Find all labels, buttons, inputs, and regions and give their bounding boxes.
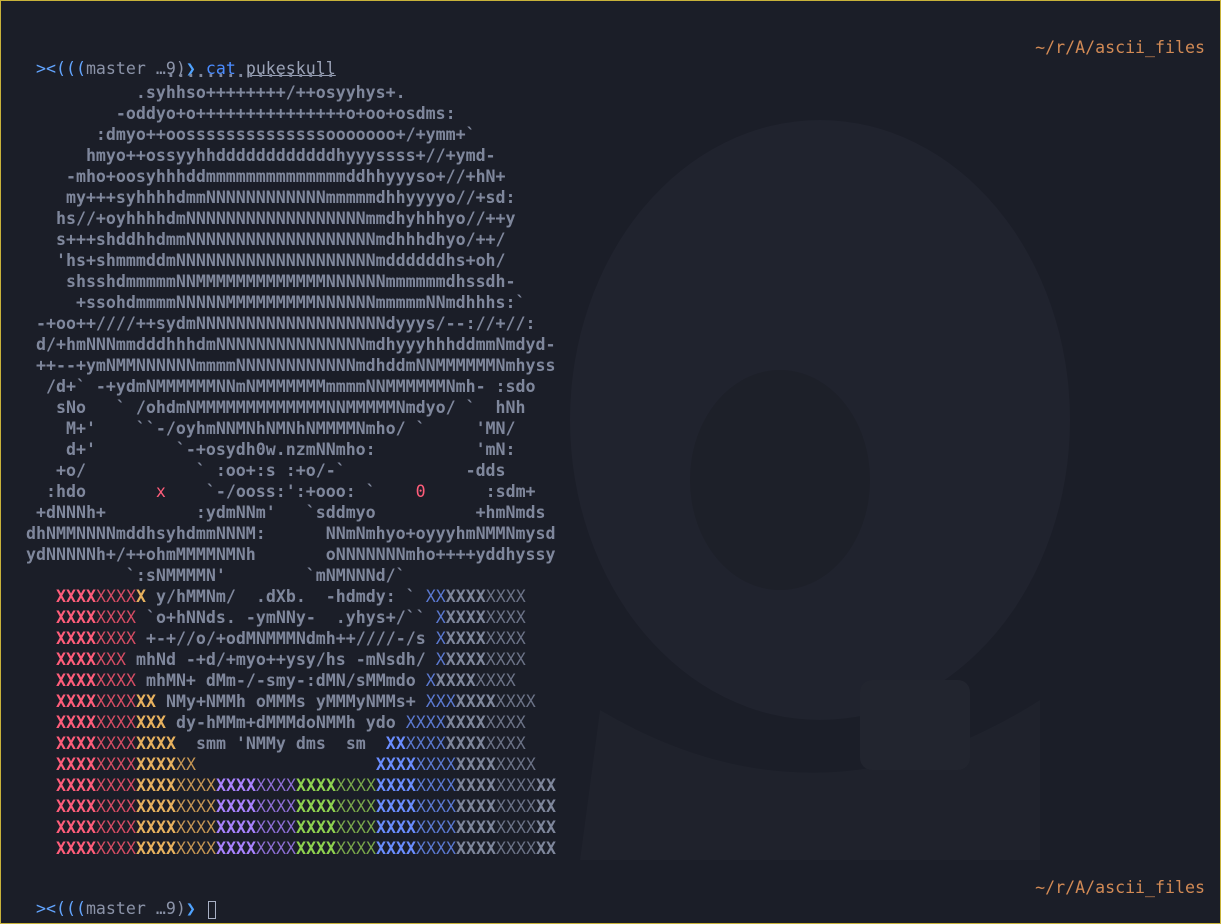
ascii-art-line: 'hs+shmmmddmNNNNNNNNNNNNNNNNNNNNmddddddh… bbox=[26, 251, 506, 270]
ascii-art-line: d/+hmNNNmmdddhhhdmNNNNNNNNNNNNNNNmdhyyyh… bbox=[26, 335, 556, 354]
flag-art-line: XXXXXXXXXXXXXXXXXXXXXXXXXXXXXXXXXXXXXXXX… bbox=[55, 776, 556, 795]
flag-art-line: XXXXXXXX `o+hNNds. -ymNNy- .yhys+/`` XXX… bbox=[55, 608, 526, 627]
ascii-art-line: sNo ` /ohdmNMMMMMMMMMMMMMNNMMMMMNmdyo/ `… bbox=[26, 398, 526, 417]
ascii-art-line: -+oo++////++sydmNNNNNNNNNNNNNNNNNNNdyyys… bbox=[26, 314, 536, 333]
text-cursor[interactable] bbox=[207, 900, 216, 919]
ascii-art-line: :dmyo++oossssssssssssssooooooo+/+ymm+` bbox=[26, 125, 476, 144]
ascii-art-line: +dNNNh+ :ydmNNm' `sddmyo +hmNmds bbox=[26, 503, 546, 522]
prompt-fish: ><((( bbox=[35, 899, 86, 918]
ascii-art-line: :hdo x `-/ooss:':+ooo: ` 0 :sdm+ bbox=[26, 482, 536, 501]
input-line[interactable]: ><(((master …9)❯ bbox=[16, 877, 216, 919]
flag-art-line: XXXXXXXXXXXXXXXXXXXXXXXXXXXXXXXXXXXXXXXX… bbox=[55, 839, 556, 858]
ascii-art-line: s+++shddhhdmmNNNNNNNNNNNNNNNNNNNmdhhhdhy… bbox=[26, 230, 506, 249]
ascii-art-line: +o/ ` :oo+:s :+o/-` -dds bbox=[26, 461, 506, 480]
ascii-art-line: hmyo++ossyyhhddddddddddddhyyyssss+//+ymd… bbox=[26, 146, 496, 165]
prompt-git-branch: master …9) bbox=[85, 899, 186, 918]
ascii-art-line: /d+` -+ydmNMMMMMMNNmNMMMMMMMmmmmNNMMMMMM… bbox=[26, 377, 536, 396]
ascii-art-output: ................. .syhhso++++++++/++osyy… bbox=[26, 61, 556, 859]
ascii-art-line: ydNNNNNh+/++ohmMMMMNMNh oNNNNNNNmho++++y… bbox=[26, 545, 556, 564]
ascii-art-line: shsshdmmmmmNNMMMMMMMMMMMMMNNNNNNmmmmmmdh… bbox=[26, 272, 516, 291]
flag-art-line: XXXXXXXX mhMN+ dMm-/-smy-:dMN/sMMmdo XXX… bbox=[55, 671, 516, 690]
ascii-art-line: M+' ``-/oyhmNNMNhNMNhNMMMMNmho/ ` 'MN/ bbox=[26, 419, 516, 438]
flag-art-line: XXXXXXXXXXXXXXXXXXXXXXXXXXXXXXXXXXXXXXXX… bbox=[55, 818, 556, 837]
flag-art-line: XXXXXXXXXXXXXXXXXXXXXXXXXXXXXXXXXXXXXXXX… bbox=[55, 797, 556, 816]
ascii-art-line: d+' `-+osydh0w.nzmNNmho: 'mN: bbox=[26, 440, 516, 459]
ascii-art-line: .syhhso++++++++/++osyyhys+. bbox=[26, 83, 406, 102]
flag-art-line: XXXXXXXXXXXX smm 'NMMy dms sm XXXXXXXXXX… bbox=[55, 734, 526, 753]
ascii-art-line: ++--+ymNMMNNNNNNmmmmNNNNNNNNNNNNmdhddmNN… bbox=[26, 356, 556, 375]
prompt-chevron-icon: ❯ bbox=[185, 899, 196, 918]
right-prompt-path: ~/r/A/ascii_files bbox=[1035, 38, 1205, 57]
ascii-art-line: +ssohdmmmmNNNNNMMMMMMMMMNNNNNNmmmmmNNmdh… bbox=[26, 293, 526, 312]
command-line: ><(((master …9)❯ cat pukeskull bbox=[16, 37, 336, 78]
flag-art-line: XXXXXXXX +-+//o/+odMNMMMNdmh++////-/s XX… bbox=[55, 629, 526, 648]
flag-art-line: XXXXXXXXXX NMy+NMMh oMMMs yMMMyNMMs+ XXX… bbox=[55, 692, 536, 711]
flag-art-line: XXXXXXXXXXX dy-hMMm+dMMMdoNMMh ydo XXXXX… bbox=[55, 713, 526, 732]
ascii-art-line: -mho+oosyhhhddmmmmmmmmmmmmmmddhhyyyso+//… bbox=[26, 167, 506, 186]
ascii-art-line: ................. bbox=[26, 62, 336, 81]
ascii-art-line: dhNMMNNNNmddhsyhdmmNNNM: NNmNmhyo+oyyyhm… bbox=[26, 524, 556, 543]
ascii-art-line: my+++syhhhhdmmNNNNNNNNNNNNmmmmmdhhyyyyo/… bbox=[26, 188, 516, 207]
ascii-art-line: `:sNMMMMN' `mNMNNNd/` bbox=[26, 566, 406, 585]
flag-art-line: XXXXXXX mhNd -+d/+myo++ysy/hs -mNsdh/ XX… bbox=[55, 650, 526, 669]
ascii-art-line: -oddyo+o+++++++++++++++o+oo+osdms: bbox=[26, 104, 456, 123]
flag-art-line: XXXXXXXXX y/hMMNm/ .dXb. -hdmdy: ` XXXXX… bbox=[55, 587, 526, 606]
ascii-art-line: hs//+oyhhhhdmNNNNNNNNNNNNNNNNNNmmdhyhhhy… bbox=[26, 209, 516, 228]
background-skull-watermark bbox=[570, 120, 1070, 860]
flag-art-line: XXXXXXXXXXXXXX XXXXXXXXXXXXXXXX bbox=[55, 755, 536, 774]
right-prompt-path: ~/r/A/ascii_files bbox=[1035, 878, 1205, 897]
